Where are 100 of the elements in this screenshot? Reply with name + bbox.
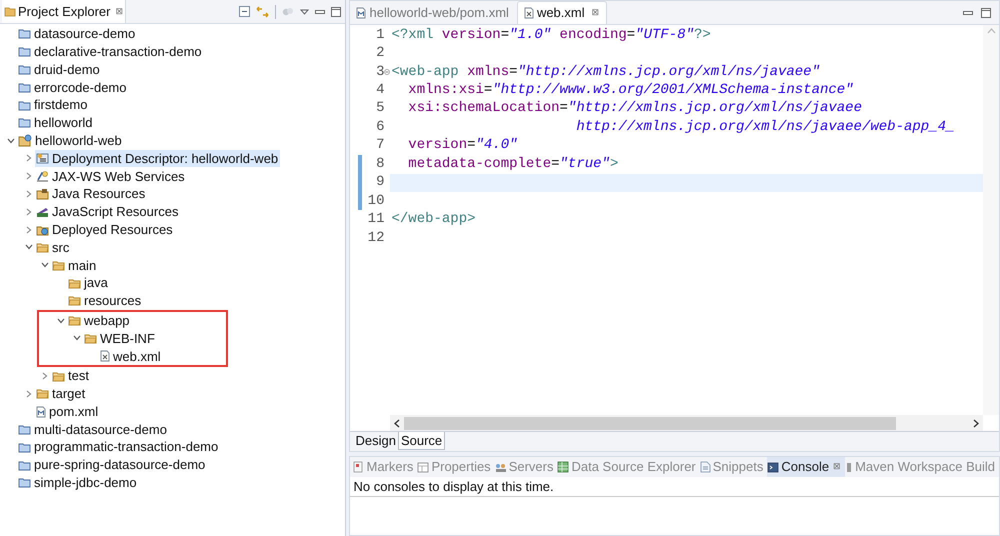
tree-item[interactable]: datasource-demo (17, 25, 138, 43)
tree-item[interactable]: druid-demo (17, 60, 102, 78)
project-icon (18, 28, 31, 40)
tree-item[interactable]: errorcode-demo (17, 78, 128, 96)
tree-item[interactable]: pure-spring-datasource-demo (17, 456, 208, 474)
properties-icon (417, 462, 430, 472)
line-number: 2 (375, 44, 384, 64)
view-title[interactable]: Project Explorer (18, 2, 110, 22)
line-number: 12 (366, 228, 384, 248)
folder-icon (36, 242, 49, 253)
project-icon (18, 46, 31, 58)
line-number: 1 (375, 26, 384, 45)
maximize-icon[interactable] (981, 8, 991, 18)
horizontal-scrollbar[interactable] (390, 415, 983, 431)
tree-item[interactable]: test (51, 367, 91, 385)
line-number: 9 (375, 173, 384, 192)
tree-item[interactable]: WEB-INF (83, 330, 157, 348)
minimize-icon[interactable] (315, 10, 326, 14)
scroll-up-icon[interactable] (986, 28, 996, 34)
tree-item[interactable]: webapp (67, 312, 132, 330)
folder-icon (68, 278, 81, 289)
project-icon (18, 82, 31, 93)
tree-item[interactable]: helloworld-web (17, 132, 124, 150)
scroll-left-icon[interactable] (394, 418, 400, 428)
project-icon (18, 117, 31, 128)
code-line: http://xmlns.jcp.org/xml/ns/javaee/web-app_4_ (576, 118, 954, 137)
page-tab[interactable]: Source (398, 432, 446, 450)
scroll-right-icon[interactable] (973, 418, 979, 428)
code-line: <web-app xmlns="http://xmlns.jcp.org/xml/ns/javaee" (391, 62, 820, 82)
collapse-all-icon[interactable] (239, 6, 250, 17)
tree-item[interactable]: helloworld (17, 114, 95, 132)
tree-item[interactable]: pom.xml (35, 402, 100, 421)
code-line: <?xml version="1.0" encoding="UTF-8"?> (391, 26, 711, 45)
tree-item[interactable]: web.xml (99, 347, 163, 366)
tree-item[interactable]: src (35, 238, 72, 256)
tree-item[interactable]: java (67, 274, 110, 292)
folder-icon (4, 6, 16, 17)
line-number: 7 (375, 136, 384, 156)
snippets-icon (700, 461, 711, 473)
tree-item[interactable]: simple-jdbc-demo (17, 474, 139, 492)
folder-icon (68, 295, 81, 306)
tree-item[interactable]: resources (67, 292, 144, 310)
fold-icon[interactable] (384, 69, 390, 76)
editor-tab[interactable]: web.xml ⊠ (516, 1, 607, 24)
folder-icon (52, 370, 65, 382)
servers-icon (494, 462, 507, 472)
tree-item[interactable]: target (35, 384, 88, 403)
code-line: xmlns:xsi="http://www.w3.org/2001/XMLSchema-instance" (407, 81, 854, 100)
tree-item[interactable]: firstdemo (17, 96, 90, 114)
project-icon (18, 64, 31, 75)
minimize-icon[interactable] (963, 10, 973, 14)
close-icon[interactable]: ⊠ (115, 4, 124, 18)
view-menu-icon[interactable] (300, 8, 310, 14)
console-message: No consoles to display at this time. (353, 478, 554, 496)
code-line: xsi:schemaLocation="http://xmlns.jcp.org/xml/ns/javaee (407, 99, 862, 118)
page-tab[interactable]: Design (353, 432, 398, 450)
code-line: metadata-complete="true"> (407, 154, 618, 174)
library-icon (36, 206, 49, 218)
database-icon (557, 461, 570, 473)
link-icon[interactable] (256, 6, 270, 18)
web-project-icon (18, 134, 32, 148)
maximize-icon[interactable] (331, 6, 342, 16)
xml-file-icon (524, 7, 534, 19)
services-icon (36, 170, 49, 182)
tree-item[interactable]: Deployed Resources (35, 220, 175, 239)
line-number: 5 (375, 99, 384, 118)
code-line: version="4.0" (407, 136, 518, 156)
project-icon (18, 424, 31, 435)
project-icon (18, 477, 31, 488)
vertical-scrollbar[interactable] (983, 25, 999, 415)
descriptor-icon (36, 152, 49, 164)
line-number: 11 (366, 210, 384, 230)
project-icon (18, 460, 31, 471)
tree-item[interactable]: Deployment Descriptor: helloworld-web (35, 150, 280, 168)
close-icon[interactable]: ⊠ (833, 460, 842, 474)
tree-item[interactable]: programmatic-transaction-demo (17, 438, 220, 456)
pom-file-icon (356, 6, 366, 18)
tree-item[interactable]: Java Resources (35, 185, 148, 203)
tree-item[interactable]: multi-datasource-demo (17, 420, 169, 438)
line-number: 6 (375, 118, 384, 137)
tree-item[interactable]: JavaScript Resources (35, 202, 180, 221)
line-number: 8 (375, 154, 384, 174)
tree-item[interactable]: main (51, 256, 98, 274)
view-tab[interactable]: Console ⊠ (767, 457, 846, 477)
line-number: 10 (366, 192, 384, 211)
package-icon (36, 188, 49, 200)
tree-item[interactable]: declarative-transaction-demo (17, 42, 204, 61)
project-icon (18, 100, 31, 111)
line-number: 3 (375, 62, 384, 82)
markers-icon (353, 461, 364, 473)
tree-item[interactable]: JAX-WS Web Services (35, 167, 187, 186)
folder-icon (68, 315, 81, 326)
folder-icon (84, 332, 97, 344)
close-icon[interactable]: ⊠ (592, 6, 600, 20)
editor-tab[interactable]: helloworld-web/pom.xml (350, 1, 515, 24)
scrollbar-thumb[interactable] (404, 416, 896, 430)
pom-file-icon (36, 406, 46, 418)
code-line: </web-app> (391, 210, 476, 230)
xml-file-icon (100, 350, 110, 362)
console-icon (767, 462, 780, 472)
